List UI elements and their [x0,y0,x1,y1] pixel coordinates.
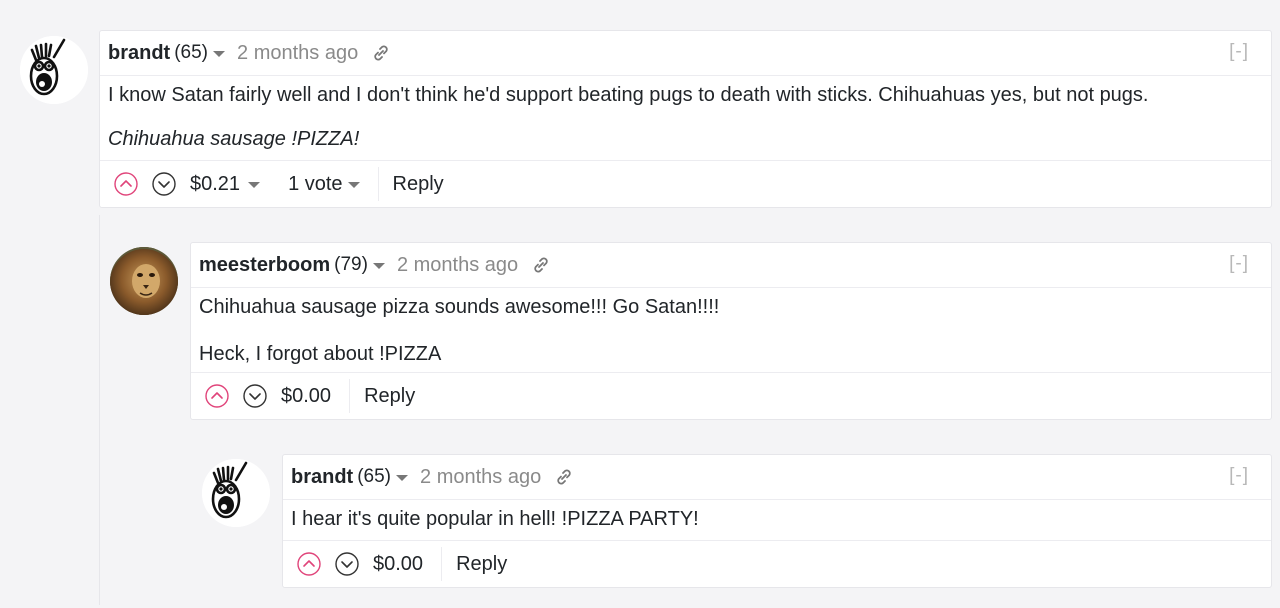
reply-button[interactable]: Reply [456,553,507,576]
comment-card: meesterboom (79) 2 months ago [-] Chihua… [190,242,1272,420]
chevron-up-circle-icon[interactable] [114,172,138,196]
payout-dropdown[interactable]: $0.21 [190,172,261,196]
comment-paragraph: I hear it's quite popular in hell! !PIZZ… [291,508,699,530]
comment-body: I hear it's quite popular in hell! !PIZZ… [291,508,1263,531]
payout-value[interactable]: $0.00 [281,385,331,408]
author-name[interactable]: meesterboom [199,254,330,277]
comment-paragraph: I know Satan fairly well and I don't thi… [108,84,1149,106]
comment-paragraph: Chihuahua sausage !PIZZA! [108,128,360,150]
comment-footer: $0.00 Reply [283,540,1271,587]
votes-caret-icon [347,182,360,188]
comment-header: brandt (65) 2 months ago [-] [283,455,1271,500]
footer-divider [377,167,379,201]
author-reputation: (65) [174,42,209,63]
avatar[interactable] [20,36,88,104]
comment-footer: $0.00 Reply [191,372,1271,419]
payout-caret-icon [248,182,261,188]
author-menu-caret-icon[interactable] [396,475,409,481]
author-menu-caret-icon[interactable] [372,263,385,269]
avatar[interactable] [202,459,270,527]
link-icon[interactable] [555,468,573,486]
reply-button[interactable]: Reply [364,385,415,408]
footer-divider [349,379,351,413]
chevron-up-circle-icon[interactable] [297,552,321,576]
chevron-down-circle-icon[interactable] [335,552,359,576]
comment-body: Chihuahua sausage pizza sounds awesome!!… [199,296,1263,366]
footer-divider [441,547,443,581]
timestamp[interactable]: 2 months ago [397,254,518,277]
avatar[interactable] [110,247,178,315]
comment-body: I know Satan fairly well and I don't thi… [108,84,1263,151]
chevron-up-circle-icon[interactable] [205,384,229,408]
payout-value[interactable]: $0.00 [373,553,423,576]
cartoon-face-avatar-icon [20,36,88,104]
cartoon-face-avatar-icon [202,459,270,527]
author-name[interactable]: brandt [291,466,353,489]
author-reputation: (79) [334,254,368,275]
reply-button[interactable]: Reply [393,173,444,196]
timestamp[interactable]: 2 months ago [237,42,358,65]
lion-photo-avatar-icon [110,247,178,315]
comment-card: brandt (65) 2 months ago [-] I know Sata… [99,30,1272,208]
chevron-down-circle-icon[interactable] [152,172,176,196]
thread-indent-line [99,215,100,605]
comment-footer: $0.21 1 vote Reply [100,160,1271,207]
comment-paragraph: Heck, I forgot about !PIZZA [199,343,442,365]
collapse-button[interactable]: [-] [1229,253,1249,275]
author-name[interactable]: brandt [108,42,170,65]
link-icon[interactable] [372,44,390,62]
votes-dropdown[interactable]: 1 vote [288,172,360,196]
vote-count: 1 vote [288,172,343,195]
chevron-down-circle-icon[interactable] [243,384,267,408]
collapse-button[interactable]: [-] [1229,41,1249,63]
link-icon[interactable] [532,256,550,274]
timestamp[interactable]: 2 months ago [420,466,541,489]
author-menu-caret-icon[interactable] [213,51,226,57]
comment-card: brandt (65) 2 months ago [-] I hear it's… [282,454,1272,588]
payout-value: $0.21 [190,172,241,195]
comment-paragraph: Chihuahua sausage pizza sounds awesome!!… [199,296,720,318]
comment-header: meesterboom (79) 2 months ago [-] [191,243,1271,288]
comment-thread: brandt (65) 2 months ago [-] I know Sata… [0,0,1280,608]
comment-header: brandt (65) 2 months ago [-] [100,31,1271,76]
author-reputation: (65) [357,466,392,487]
collapse-button[interactable]: [-] [1229,465,1249,487]
